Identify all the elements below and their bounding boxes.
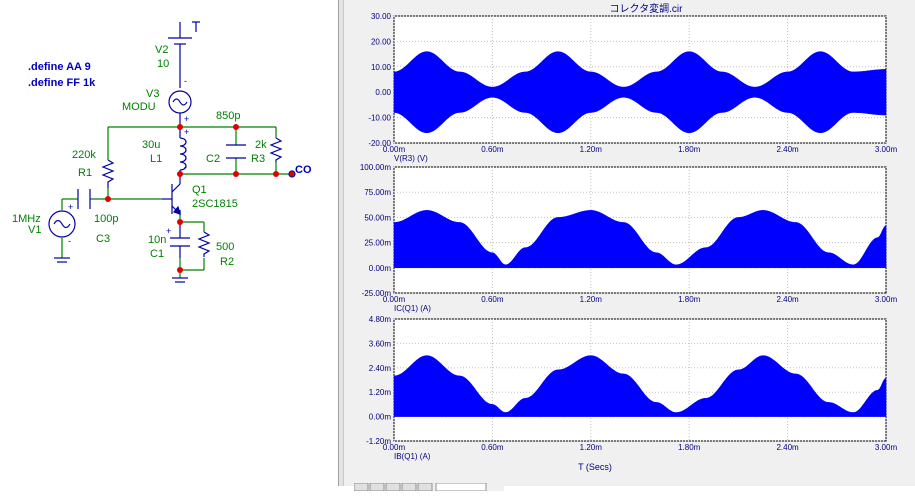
x-tick-label: 1.20m	[580, 145, 603, 154]
x-tick-label: 0.60m	[481, 295, 504, 304]
trace-label: V(R3) (V)	[394, 154, 428, 163]
r1-value: 220k	[72, 149, 96, 161]
x-tick-label: 2.40m	[776, 443, 799, 452]
tab-button[interactable]	[353, 482, 369, 492]
r1-name: R1	[78, 167, 92, 179]
y-tick-label: 25.00m	[364, 239, 391, 248]
y-tick-label: 3.60m	[369, 339, 392, 348]
x-tick-label: 2.40m	[776, 295, 799, 304]
tab-button[interactable]	[369, 482, 385, 492]
l1-minus: -	[184, 162, 187, 172]
r3-value: 2k	[255, 139, 267, 151]
y-tick-label: 30.00	[371, 12, 392, 21]
l1-value: 30u	[142, 139, 160, 151]
c1-plus: +	[166, 226, 171, 236]
r3-name: R3	[251, 153, 265, 165]
define-ff: .define FF 1k	[28, 77, 96, 89]
chart-panel-1[interactable]: 0.00m 0.60m 1.20m 1.80m 2.40m 3.00m30.0020.00…	[368, 12, 897, 163]
x-tick-label: 1.20m	[580, 295, 603, 304]
plot-title: コレクタ変調.cir	[610, 2, 684, 15]
c2-value: 850p	[216, 110, 240, 122]
tab-active[interactable]	[435, 482, 487, 492]
x-tick-label: 2.40m	[776, 145, 799, 154]
x-tick-label: 1.20m	[580, 443, 603, 452]
tab-button[interactable]	[385, 482, 401, 492]
schematic-drawing[interactable]: .define AA 9 .define FF 1k V2 10 V3 MODU…	[0, 0, 338, 486]
x-tick-label: 1.80m	[678, 145, 701, 154]
y-tick-label: 0.00m	[369, 264, 392, 273]
v1-plus: +	[68, 202, 73, 212]
q1-name: Q1	[192, 184, 207, 196]
emitter-arrow-icon	[172, 205, 181, 215]
x-tick-label: 3.00m	[875, 295, 898, 304]
chart-panel-2[interactable]: 0.00m 0.60m 1.20m 1.80m 2.40m 3.00m 100.00m 75.…	[360, 163, 898, 313]
define-aa: .define AA 9	[28, 61, 91, 73]
x-tick-label: 1.80m	[678, 295, 701, 304]
r2-name: R2	[220, 256, 234, 268]
v2-name: V2	[155, 44, 168, 56]
q1-model: 2SC1815	[192, 198, 238, 210]
c3-name: C3	[96, 233, 110, 245]
tab-button[interactable]	[401, 482, 417, 492]
trace-label: IB(Q1) (A)	[394, 452, 431, 461]
y-tick-label: -25.00m	[362, 289, 392, 298]
x-tick-label: 3.00m	[875, 443, 898, 452]
v3-minus: -	[184, 76, 187, 86]
y-tick-label: 20.00	[371, 37, 392, 46]
x-tick-label: 0.60m	[481, 145, 504, 154]
y-tick-label: 2.40m	[369, 364, 392, 373]
v3-name: V3	[146, 88, 159, 100]
l1-name: L1	[150, 153, 162, 165]
x-tick-label: 1.80m	[678, 443, 701, 452]
y-tick-label: 50.00m	[364, 213, 391, 222]
x-tick-label: 0.60m	[481, 443, 504, 452]
c3-value: 100p	[94, 213, 118, 225]
v3-plus: +	[184, 114, 189, 124]
tab-button[interactable]	[417, 482, 433, 492]
y-tick-label: 10.00	[371, 63, 392, 72]
c1-name: C1	[150, 248, 164, 260]
y-tick-label: 75.00m	[364, 188, 391, 197]
c2-name: C2	[206, 153, 220, 165]
l1-plus: +	[184, 127, 189, 137]
y-tick-label: 0.00	[375, 88, 391, 97]
c1-value: 10n	[148, 234, 166, 246]
schematic-canvas[interactable]: .define AA 9 .define FF 1k V2 10 V3 MODU…	[0, 0, 338, 486]
v1-name: V1	[28, 224, 41, 236]
v2-value: 10	[157, 58, 169, 70]
transient-plots[interactable]: コレクタ変調.cir T (Secs) 0.00m 0.60m 1.20m 1.80m…	[344, 0, 915, 486]
v1-minus: -	[68, 236, 71, 246]
output-label: CO	[295, 164, 312, 176]
v3-value: MODU	[122, 101, 156, 113]
x-tick-label: 3.00m	[875, 145, 898, 154]
y-tick-label: -10.00	[368, 114, 391, 123]
y-tick-label: 4.80m	[369, 315, 392, 324]
trace-label: IC(Q1) (A)	[394, 304, 431, 313]
y-tick-label: -20.00	[368, 139, 391, 148]
x-axis-label: T (Secs)	[578, 462, 612, 472]
y-tick-label: 100.00m	[360, 163, 391, 172]
chart-panel-3[interactable]: 0.00m 0.60m 1.20m 1.80m 2.40m 3.00m 4.80m 3.60m…	[366, 315, 897, 461]
r2-value: 500	[216, 241, 234, 253]
y-tick-label: -1.20m	[366, 437, 391, 446]
y-tick-label: 1.20m	[369, 388, 392, 397]
plot-window[interactable]: コレクタ変調.cir T (Secs) 0.00m 0.60m 1.20m 1.80m…	[344, 0, 915, 492]
y-tick-label: 0.00m	[369, 413, 392, 422]
bottom-tab-strip[interactable]	[353, 478, 504, 492]
